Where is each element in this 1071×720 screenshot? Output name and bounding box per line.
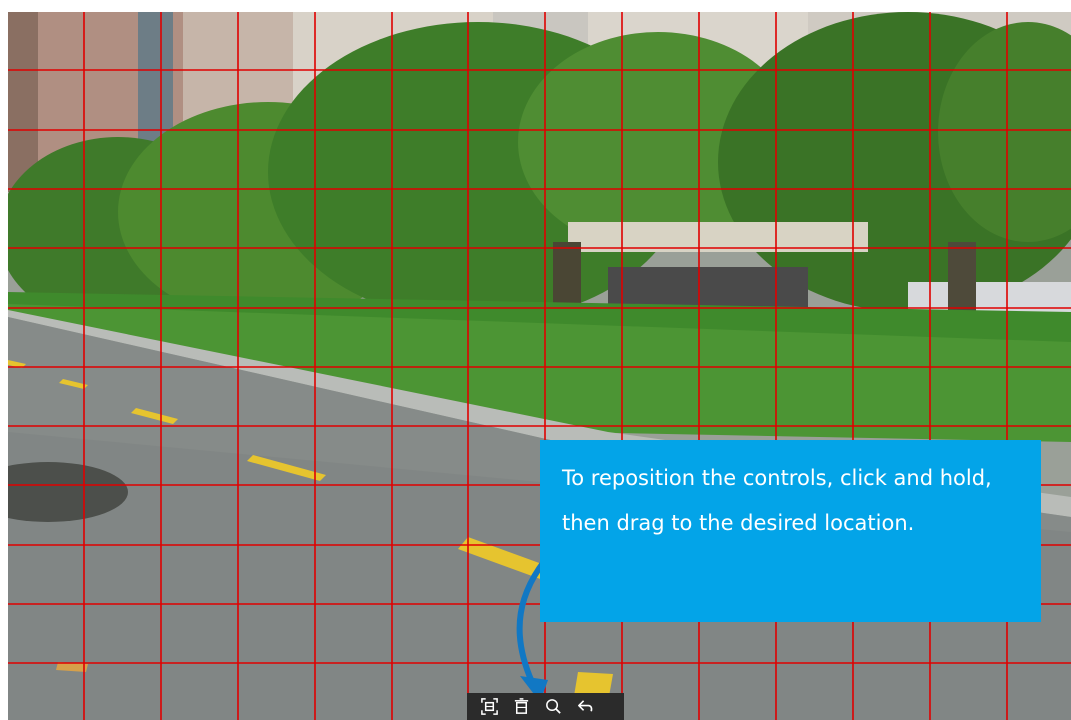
fit-screen-icon xyxy=(480,698,498,715)
drag-hint-tooltip: To reposition the controls, click and ho… xyxy=(540,440,1041,622)
undo-icon xyxy=(577,700,592,712)
zoom-button[interactable] xyxy=(538,693,568,720)
delete-icon xyxy=(514,698,528,714)
undo-button[interactable] xyxy=(570,693,600,720)
fit-screen-button[interactable] xyxy=(474,693,504,720)
tooltip-text: To reposition the controls, click and ho… xyxy=(562,466,992,535)
floating-toolbar[interactable] xyxy=(467,693,624,720)
zoom-icon xyxy=(545,699,561,714)
delete-button[interactable] xyxy=(506,693,536,720)
